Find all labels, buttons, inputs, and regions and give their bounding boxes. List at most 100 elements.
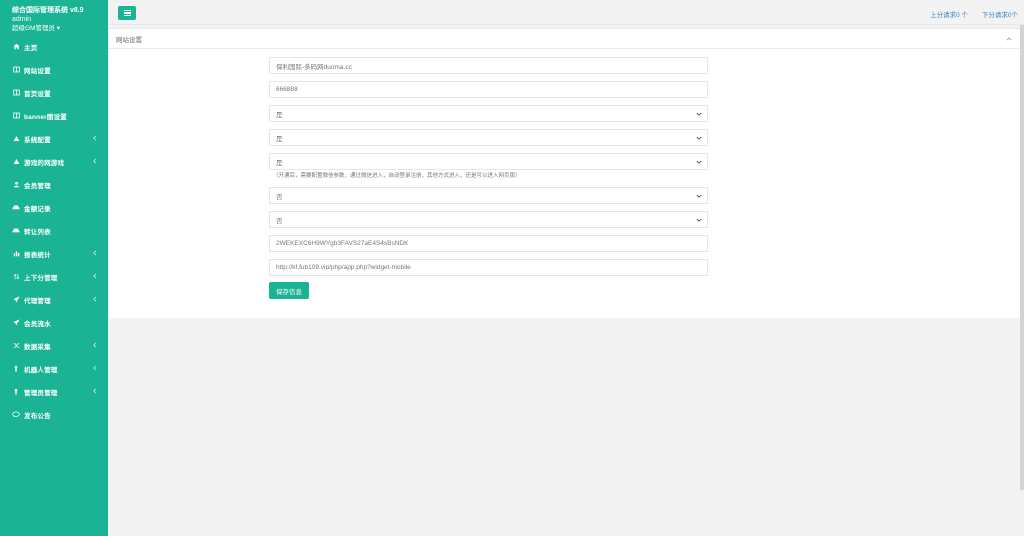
form-input[interactable]: 666888 bbox=[269, 81, 708, 98]
sidebar-item-label: 游戏的网游戏 bbox=[24, 159, 65, 167]
user-role-dropdown[interactable]: 超级GM管理员 ▾ bbox=[12, 24, 96, 33]
car-icon bbox=[11, 227, 21, 234]
car-icon bbox=[11, 204, 21, 211]
sidebar-menu: 主页网站设置首页设置 banner图设置 系统配置游戏的网游戏 会员管理金额记录 转让列… bbox=[0, 35, 108, 426]
form-input[interactable]: http://kf.fub109.vip/php/app.php?widget-… bbox=[269, 259, 708, 276]
form-select[interactable]: 是 bbox=[269, 129, 708, 146]
form-select[interactable]: 否 bbox=[269, 211, 708, 228]
form-row: 是否显示APP下载否 bbox=[108, 211, 1020, 228]
shuffle-icon bbox=[11, 342, 21, 349]
chevron-up-icon[interactable] bbox=[1006, 36, 1012, 42]
chevron-down-icon bbox=[696, 218, 702, 222]
select-value: 否 bbox=[276, 193, 283, 201]
chevron-down-icon bbox=[696, 136, 702, 140]
select-value: 是 bbox=[276, 135, 283, 143]
page-scrollbar[interactable] bbox=[1020, 25, 1024, 490]
user-icon bbox=[11, 181, 21, 188]
columns-icon bbox=[11, 112, 21, 119]
sidebar-item-label: 网站设置 bbox=[24, 67, 51, 75]
settings-panel: 网站设置 保存信息 网站名称保利国际-多码网duoma.cc 后台进入安全码666… bbox=[108, 28, 1020, 318]
sidebar-item-label: 管理员管理 bbox=[24, 389, 58, 397]
sidebar-item-11[interactable]: 上下分管理 bbox=[0, 265, 108, 288]
sidebar-item-9[interactable]: 转让列表 bbox=[0, 219, 108, 242]
chevron-left-icon bbox=[93, 388, 97, 394]
scrollbar-thumb[interactable] bbox=[1020, 25, 1024, 490]
sidebar-item-1[interactable]: 主页 bbox=[0, 35, 108, 58]
input-value: 2WEKEXC6H9WYgb3FAVS27aE4S4sBsNDK bbox=[276, 240, 409, 247]
user-group-icon bbox=[11, 135, 21, 142]
sidebar-item-17[interactable]: 发布公告 bbox=[0, 403, 108, 426]
chevron-left-icon bbox=[93, 296, 97, 302]
sidebar-item-4[interactable]: banner图设置 bbox=[0, 104, 108, 127]
brand-block: 综合国际管理系统 v8.9 admin 超级GM管理员 ▾ bbox=[0, 0, 108, 33]
sidebar-item-3[interactable]: 首页设置 bbox=[0, 81, 108, 104]
chevron-down-icon bbox=[696, 160, 702, 164]
sidebar-item-5[interactable]: 系统配置 bbox=[0, 127, 108, 150]
sidebar-item-label: 代理管理 bbox=[24, 297, 51, 305]
sidebar-item-12[interactable]: 代理管理 bbox=[0, 288, 108, 311]
sidebar-item-10[interactable]: 报表统计 bbox=[0, 242, 108, 265]
top-links: 上分请求0 个 下分请求0个 bbox=[930, 9, 1018, 19]
save-button[interactable]: 保存信息 bbox=[269, 282, 309, 299]
hamburger-icon bbox=[123, 9, 131, 11]
chevron-left-icon bbox=[93, 273, 97, 279]
chevron-left-icon bbox=[93, 158, 97, 164]
form-row: 在线客服http://kf.fub109.vip/php/app.php?wid… bbox=[108, 259, 1020, 276]
sidebar: 综合国际管理系统 v8.9 admin 超级GM管理员 ▾ 主页网站设置首页设置… bbox=[0, 0, 108, 536]
form-input[interactable]: 2WEKEXC6H9WYgb3FAVS27aE4S4sBsNDK bbox=[269, 235, 708, 252]
robot-icon bbox=[11, 365, 21, 372]
chevron-left-icon bbox=[93, 342, 97, 348]
sidebar-item-16[interactable]: 管理员管理 bbox=[0, 380, 108, 403]
input-value: http://kf.fub109.vip/php/app.php?widget-… bbox=[276, 264, 411, 271]
form-select[interactable]: 否 bbox=[269, 187, 708, 204]
user-group-icon bbox=[11, 158, 21, 165]
app-title: 综合国际管理系统 v8.9 bbox=[12, 7, 84, 14]
sidebar-item-label: banner图设置 bbox=[24, 113, 67, 121]
form-input[interactable]: 保利国际-多码网duoma.cc bbox=[269, 57, 708, 74]
sidebar-item-label: 系统配置 bbox=[24, 136, 51, 144]
top-bar: 上分请求0 个 下分请求0个 bbox=[108, 0, 1024, 25]
menu-toggle-button[interactable] bbox=[118, 6, 136, 20]
sidebar-item-15[interactable]: 机器人管理 bbox=[0, 357, 108, 380]
sort-icon bbox=[11, 273, 21, 280]
columns-icon bbox=[11, 66, 21, 73]
chat-icon bbox=[11, 411, 21, 418]
sidebar-item-8[interactable]: 金额记录 bbox=[0, 196, 108, 219]
chevron-left-icon bbox=[93, 250, 97, 256]
sidebar-item-label: 会员管理 bbox=[24, 182, 51, 190]
sidebar-item-2[interactable]: 网站设置 bbox=[0, 58, 108, 81]
chevron-down-icon bbox=[696, 112, 702, 116]
chevron-left-icon bbox=[93, 135, 97, 141]
sidebar-item-label: 机器人管理 bbox=[24, 366, 58, 374]
form-row: 网站是否开放是 bbox=[108, 105, 1020, 122]
form-row: 授权码2WEKEXC6H9WYgb3FAVS27aE4S4sBsNDK bbox=[108, 235, 1020, 252]
chevron-down-icon bbox=[696, 194, 702, 198]
help-text: （开通后，需要配置微信参数，通过微信进入，自动登录注册，其他方式进入，还是可以进… bbox=[273, 173, 521, 179]
sidebar-item-label: 发布公告 bbox=[24, 412, 51, 420]
select-value: 是 bbox=[276, 111, 283, 119]
home-icon bbox=[11, 43, 21, 50]
form-select[interactable]: 是 bbox=[269, 153, 708, 170]
form-row: 是否开放注册是 bbox=[108, 129, 1020, 146]
input-value: 保利国际-多码网duoma.cc bbox=[276, 63, 352, 71]
down-request-link[interactable]: 下分请求0个 bbox=[982, 9, 1018, 19]
sidebar-item-label: 上下分管理 bbox=[24, 274, 58, 282]
username[interactable]: admin bbox=[12, 15, 96, 24]
up-request-count: 0 bbox=[955, 12, 960, 19]
sidebar-item-6[interactable]: 游戏的网游戏 bbox=[0, 150, 108, 173]
select-value: 是 bbox=[276, 159, 283, 167]
sidebar-item-14[interactable]: 数据采集 bbox=[0, 334, 108, 357]
sidebar-item-label: 主页 bbox=[24, 44, 38, 52]
sidebar-item-13[interactable]: 会员流水 bbox=[0, 311, 108, 334]
sidebar-item-label: 会员流水 bbox=[24, 320, 51, 328]
sidebar-item-label: 首页设置 bbox=[24, 90, 51, 98]
up-request-link[interactable]: 上分请求0 个 bbox=[930, 9, 968, 19]
paper-plane-icon bbox=[11, 296, 21, 303]
sidebar-item-label: 数据采集 bbox=[24, 343, 51, 351]
form-row: 网站名称保利国际-多码网duoma.cc bbox=[108, 57, 1020, 74]
form-row: 开通公众号版自动登录注册是（开通后，需要配置微信参数，通过微信进入，自动登录注册… bbox=[108, 153, 1020, 179]
select-value: 否 bbox=[276, 217, 283, 225]
sidebar-item-7[interactable]: 会员管理 bbox=[0, 173, 108, 196]
chevron-left-icon bbox=[93, 365, 97, 371]
form-select[interactable]: 是 bbox=[269, 105, 708, 122]
